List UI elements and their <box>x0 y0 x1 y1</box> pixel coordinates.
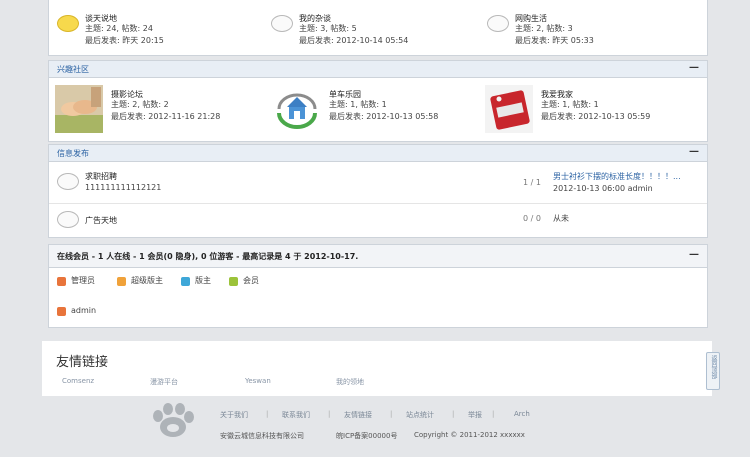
table-row: 广告天地 0 / 0 从未 <box>49 207 707 233</box>
forum-item[interactable]: 摄影论坛 主题: 2, 帖数: 2 最后发表: 2012-11-16 21:28 <box>55 85 265 135</box>
bubble-icon <box>487 15 509 32</box>
forum-last-post: 最后发表: 昨天 05:33 <box>515 36 594 45</box>
interest-header: 兴趣社区 — <box>49 61 707 78</box>
forum-last-post: 最后发表: 2012-11-16 21:28 <box>111 112 221 121</box>
links-title: 友情链接 <box>56 355 109 370</box>
mod-legend-icon <box>181 277 190 286</box>
bubble-new-icon <box>57 15 79 32</box>
table-row: 求职招聘 111111111112121 1 / 1 男士衬衫下摆的标准长度！！… <box>49 167 707 199</box>
paw-logo-icon <box>153 403 194 437</box>
link-item[interactable]: 我的领地 <box>336 377 364 387</box>
links-panel: 友情链接 Comsenz 漫游平台 Yeswan 我的领地 <box>42 341 712 396</box>
row-divider <box>49 203 707 204</box>
house-recycle-icon[interactable] <box>273 85 321 133</box>
info-header: 信息发布 — <box>49 145 707 162</box>
forum-stats: 主题: 24, 帖数: 24 <box>85 24 153 33</box>
forum-last-post: 最后发表: 2012-10-13 05:59 <box>541 112 651 121</box>
footer-divider: | <box>492 410 495 418</box>
legend-label: 管理员 <box>71 276 95 285</box>
forum-item[interactable]: 我爱我家 主题: 1, 帖数: 1 最后发表: 2012-10-13 05:59 <box>485 85 695 135</box>
forum-stats: 主题: 1, 帖数: 1 <box>329 100 387 109</box>
last-post-meta: 2012-10-13 06:00 admin <box>553 184 653 193</box>
topic-post-count: 0 / 0 <box>523 214 541 223</box>
footer-link[interactable]: Arch <box>514 410 530 418</box>
collapse-icon[interactable]: — <box>689 146 699 157</box>
footer-divider: | <box>266 410 269 418</box>
interest-panel: 兴趣社区 — 摄影论坛 主题: 2, 帖数: 2 最后发表: 2012-11-1… <box>48 60 708 142</box>
forum-stats: 主题: 3, 帖数: 5 <box>299 24 357 33</box>
footer-link[interactable]: 联系我们 <box>282 410 310 420</box>
link-item[interactable]: 漫游平台 <box>150 377 178 387</box>
footer-divider: | <box>390 410 393 418</box>
super-mod-legend-icon <box>117 277 126 286</box>
link-item[interactable]: Yeswan <box>245 377 271 385</box>
link-item[interactable]: Comsenz <box>62 377 94 385</box>
forum-stats: 主题: 1, 帖数: 1 <box>541 100 599 109</box>
footer-link[interactable]: 站点统计 <box>406 410 434 420</box>
sale-tag-icon[interactable] <box>485 85 533 133</box>
admin-legend-icon <box>57 277 66 286</box>
collapse-icon[interactable]: — <box>689 62 699 73</box>
footer-copyright: Copyright © 2011-2012 xxxxxx <box>414 431 525 439</box>
legend-label: 超级版主 <box>131 276 163 285</box>
user-name[interactable]: admin <box>71 305 96 317</box>
forum-last-post: 最后发表: 2012-10-14 05:54 <box>299 36 409 45</box>
forum-item[interactable]: 我的杂谈 主题: 3, 帖数: 5 最后发表: 2012-10-14 05:54 <box>269 13 469 51</box>
forum-item[interactable]: 谈天说地 主题: 24, 帖数: 24 最后发表: 昨天 20:15 <box>55 13 255 51</box>
info-panel: 信息发布 — 求职招聘 111111111112121 1 / 1 男士衬衫下摆… <box>48 144 708 238</box>
last-post-title[interactable]: 男士衬衫下摆的标准长度！！！！... <box>553 171 681 183</box>
section-title[interactable]: 信息发布 <box>57 148 89 159</box>
footer-link[interactable]: 友情链接 <box>344 410 372 420</box>
forum-item[interactable]: 单车乐园 主题: 1, 帖数: 1 最后发表: 2012-10-13 05:58 <box>273 85 483 135</box>
forum-last-post: 最后发表: 2012-10-13 05:58 <box>329 112 439 121</box>
bubble-icon <box>57 211 79 228</box>
forum-stats: 主题: 2, 帖数: 2 <box>111 100 169 109</box>
footer-divider: | <box>328 410 331 418</box>
section-title[interactable]: 兴趣社区 <box>57 64 89 75</box>
hands-photo-icon[interactable] <box>55 85 103 133</box>
footer-link[interactable]: 举报 <box>468 410 482 420</box>
forum-stats: 主题: 2, 帖数: 3 <box>515 24 573 33</box>
footer-link[interactable]: 关于我们 <box>220 410 248 420</box>
forum-last-post: 最后发表: 昨天 20:15 <box>85 36 164 45</box>
collapse-icon[interactable]: — <box>689 249 699 260</box>
forum-name[interactable]: 求职招聘 <box>85 171 117 182</box>
legend-label: 会员 <box>243 276 259 285</box>
online-panel: 在线会员 - 1 人在线 - 1 会员(0 隐身), 0 位游客 - 最高记录是… <box>48 244 708 328</box>
back-to-top-tab[interactable]: 返回顶部 <box>706 352 720 390</box>
forum-desc: 111111111112121 <box>85 183 162 192</box>
footer-icp[interactable]: 皖ICP备案00000号 <box>336 431 397 441</box>
forum-name[interactable]: 广告天地 <box>85 215 117 226</box>
footer-company: 安徽云城信息科技有限公司 <box>220 432 304 440</box>
forum-item[interactable]: 网购生活 主题: 2, 帖数: 3 最后发表: 昨天 05:33 <box>485 13 685 51</box>
last-post-meta: 从未 <box>553 214 569 223</box>
footer-divider: | <box>452 410 455 418</box>
topic-post-count: 1 / 1 <box>523 178 541 187</box>
legend-label: 版主 <box>195 276 211 285</box>
bubble-icon <box>57 173 79 190</box>
online-title: 在线会员 - 1 人在线 - 1 会员(0 隐身), 0 位游客 - 最高记录是… <box>57 252 359 261</box>
back-to-top-label: 返回顶部 <box>710 355 717 379</box>
online-header: 在线会员 - 1 人在线 - 1 会员(0 隐身), 0 位游客 - 最高记录是… <box>49 245 707 268</box>
user-icon <box>57 307 66 316</box>
member-legend-icon <box>229 277 238 286</box>
bubble-icon <box>271 15 293 32</box>
forum-panel-top: 谈天说地 主题: 24, 帖数: 24 最后发表: 昨天 20:15 我的杂谈 … <box>48 0 708 56</box>
